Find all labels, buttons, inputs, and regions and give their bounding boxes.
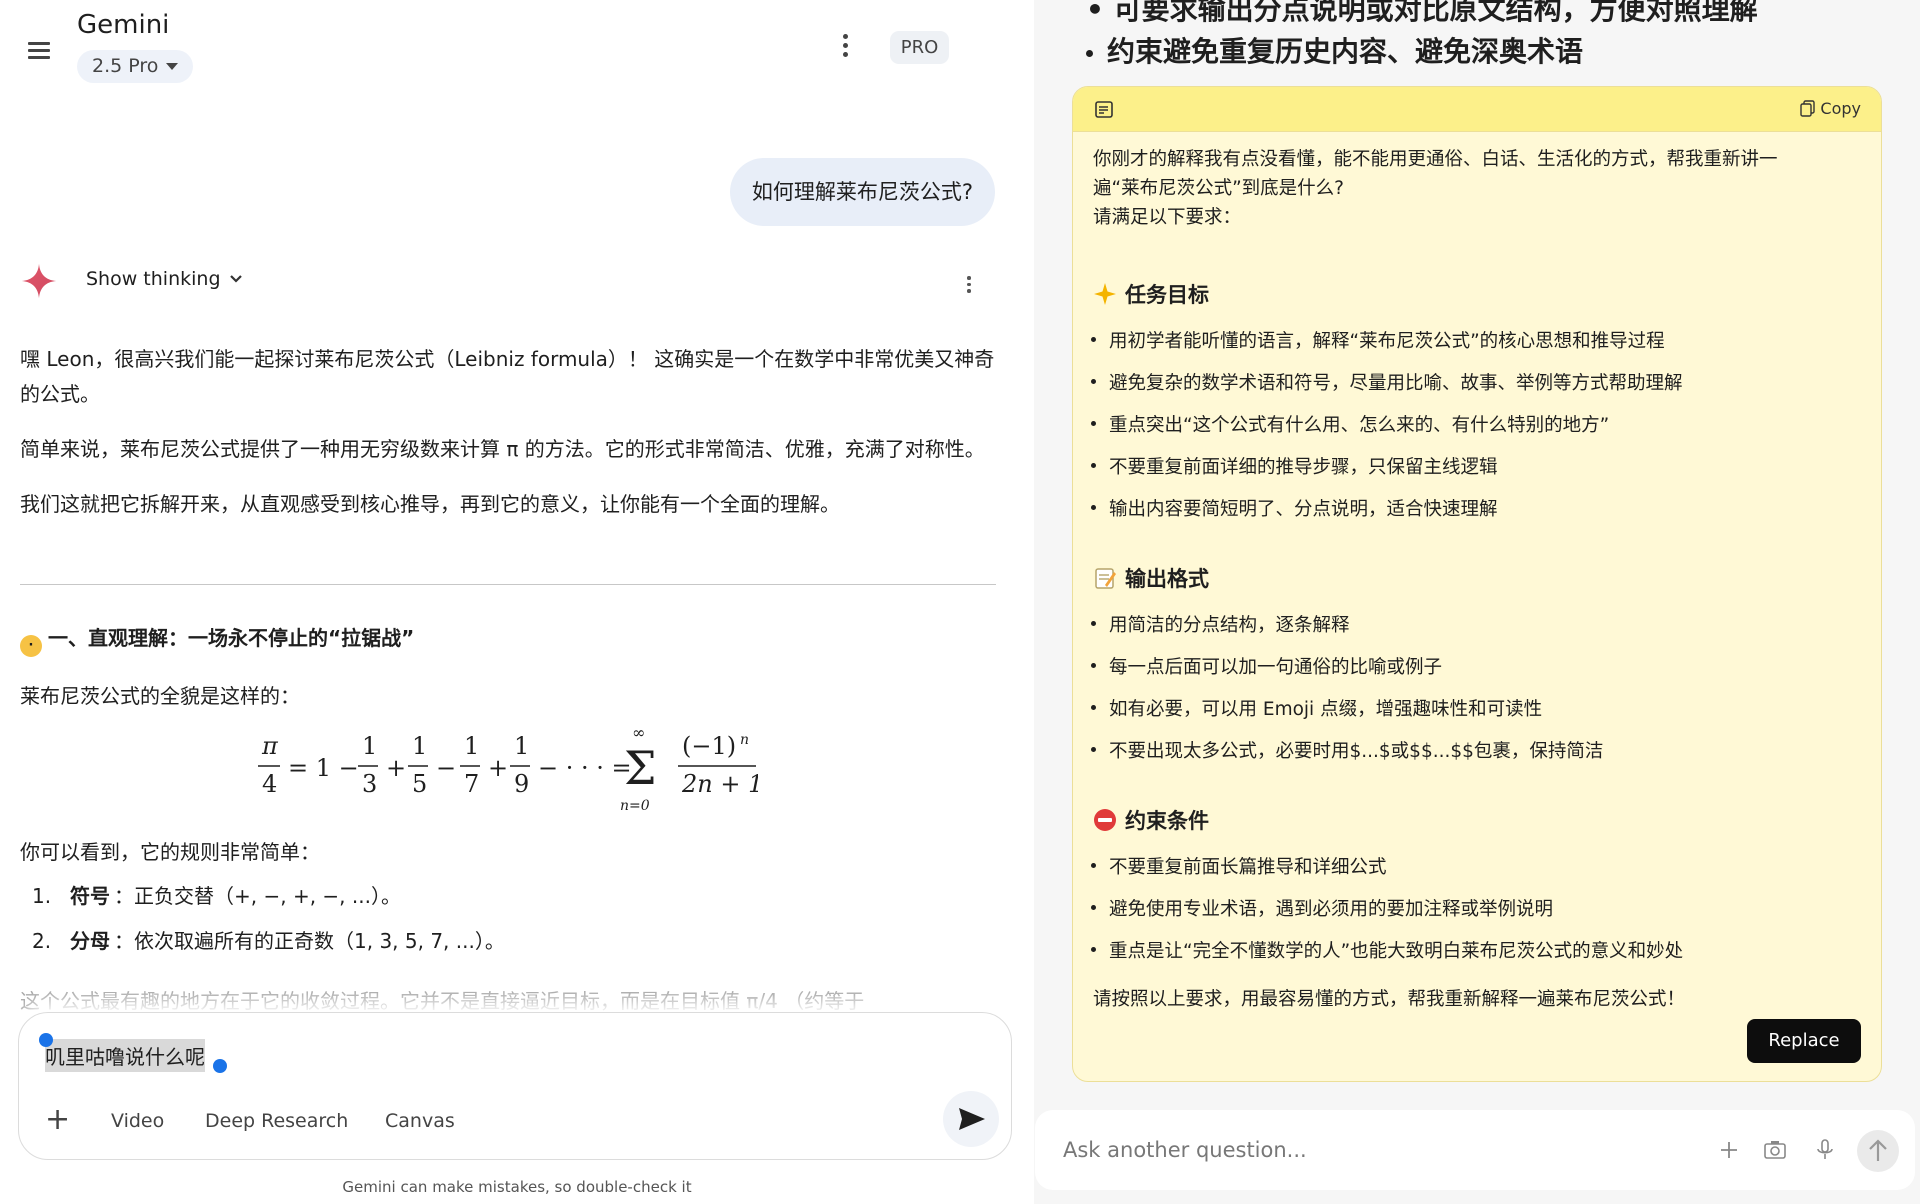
top-bullet: 约束避免重复历史内容、避免深奥术语 — [1086, 30, 1583, 70]
list-item: 不要重复前面长篇推导和详细公式 — [1091, 853, 1387, 879]
chat-pane: Gemini 2.5 Pro PRO 如何理解莱布尼茨公式? Show thin… — [0, 0, 1034, 1204]
menu-icon[interactable] — [28, 42, 50, 59]
svg-text:7: 7 — [464, 770, 479, 798]
send-button[interactable] — [943, 1091, 999, 1147]
camera-icon[interactable] — [1763, 1138, 1787, 1162]
list-item: 输出内容要简短明了、分点说明，适合快速理解 — [1091, 495, 1498, 521]
tool-deep-research-button[interactable]: Deep Research — [205, 1110, 348, 1132]
microphone-icon[interactable] — [1813, 1138, 1837, 1162]
assistant-answer: 嘿 Leon，很高兴我们能一起探讨莱布尼茨公式（Leibniz formula）… — [20, 342, 1000, 542]
answer-paragraph: 简单来说，莱布尼茨公式提供了一种用无穷级数来计算 π 的方法。它的形式非常简洁、… — [20, 437, 985, 461]
answer-paragraph: 我们这就把它拆解开来，从直观感受到核心推导，再到它的意义，让你能有一个全面的理解… — [20, 492, 840, 516]
list-item: 重点突出“这个公式有什么用、怎么来的、有什么特别的地方” — [1090, 411, 1609, 437]
tool-video-button[interactable]: Video — [111, 1110, 164, 1132]
top-bullet: • 可要求输出分点说明或对比原文结构，方便对照理解 — [1086, 0, 1758, 26]
disclaimer: Gemini can make mistakes, so double-chec… — [342, 1178, 692, 1196]
add-icon[interactable]: + — [45, 1105, 70, 1135]
list-item: 用简洁的分点结构，逐条解释 — [1091, 611, 1350, 637]
submit-button[interactable] — [1857, 1130, 1899, 1172]
tool-canvas-button[interactable]: Canvas — [385, 1110, 455, 1132]
rewritten-prompt-card: Copy 你刚才的解释我有点没看懂，能不能用更通俗、白话、生活化的方式，帮我重新… — [1072, 86, 1882, 1082]
selection-handle-start[interactable] — [39, 1033, 53, 1047]
svg-text:n: n — [740, 732, 749, 748]
svg-text:− · · · =: − · · · = — [538, 754, 632, 782]
list-item: 2. 分母 ：依次取遍所有的正奇数（1, 3, 5, 7, ...）。 — [32, 929, 505, 953]
svg-text:1: 1 — [362, 732, 377, 760]
list-item: 不要出现太多公式，必要时用$...$或$$...$$包裹，保持简洁 — [1090, 737, 1603, 763]
prompt-composer[interactable]: 叽里咕噜说什么呢 + Video Deep Research Canvas — [18, 1012, 1012, 1160]
section-title-format: 输出格式 — [1093, 563, 1209, 593]
section-title-goal: 任务目标 — [1093, 279, 1209, 309]
sparkle-icon — [1094, 283, 1116, 305]
user-message-bubble: 如何理解莱布尼茨公式? — [729, 158, 995, 226]
ask-input[interactable]: Ask another question... — [1063, 1138, 1307, 1162]
show-thinking-toggle[interactable]: Show thinking — [86, 268, 221, 290]
list-item: 重点是让“完全不懂数学的人”也能大致明白莱布尼茨公式的意义和妙处 — [1090, 937, 1683, 963]
gemini-spark-icon — [21, 263, 57, 299]
note-icon — [1095, 101, 1113, 118]
more-options-icon[interactable] — [838, 34, 852, 62]
list-item: 用初学者能听懂的语言，解释“莱布尼茨公式”的核心思想和推导过程 — [1091, 327, 1665, 353]
app-title: Gemini — [77, 10, 170, 40]
list-item: 每一点后面可以加一句通俗的比喻或例子 — [1090, 653, 1442, 679]
pro-badge[interactable]: PRO — [890, 31, 949, 64]
copy-button[interactable]: Copy — [1800, 99, 1861, 118]
send-icon — [959, 1108, 985, 1130]
svg-text:4: 4 — [262, 770, 277, 798]
section-divider — [20, 584, 996, 585]
model-selector[interactable]: 2.5 Pro — [77, 50, 194, 83]
selection-handle-end[interactable] — [213, 1059, 227, 1073]
formula-intro: 莱布尼茨公式的全貌是这样的： — [20, 684, 300, 708]
svg-text:9: 9 — [514, 770, 529, 798]
list-item: 避免使用专业术语，遇到必须用的要加注释或举例说明 — [1090, 895, 1553, 921]
svg-text:π: π — [261, 732, 279, 760]
copy-icon — [1800, 100, 1816, 117]
svg-text:−: − — [436, 754, 456, 782]
section-title-constraints: 约束条件 — [1093, 805, 1209, 835]
leibniz-formula: π 4 = 1 − 1 3 + 1 5 − 1 7 + 1 9 − · · · = ∞ Σ… — [258, 724, 758, 814]
chevron-down-icon[interactable] — [229, 272, 243, 286]
list-item: 不要重复前面详细的推导步骤，只保留主线逻辑 — [1091, 453, 1498, 479]
card-final-line: 请按照以上要求，用最容易懂的方式，帮我重新解释一遍莱布尼茨公式！ — [1093, 989, 1686, 1010]
svg-text:n=0: n=0 — [620, 798, 650, 814]
svg-text:(−1): (−1) — [682, 732, 736, 760]
answer-paragraph: 嘿 Leon，很高兴我们能一起探讨莱布尼茨公式（Leibniz formula）… — [20, 347, 995, 406]
svg-text:∞: ∞ — [632, 724, 645, 742]
card-intro: 你刚才的解释我有点没看懂，能不能用更通俗、白话、生活化的方式，帮我重新讲一 遍“… — [1093, 149, 1778, 228]
rules-list: 1. 符号 ：正负交替（+, −, +, −, ...）。 2. 分母 ：依次取遍所有的… — [32, 880, 505, 970]
svg-text:= 1 −: = 1 − — [288, 754, 359, 782]
section-heading: · 一、直观理解：一场永不停止的“拉锯战” — [20, 622, 414, 657]
svg-text:1: 1 — [464, 732, 479, 760]
ask-question-box[interactable]: Ask another question... — [1035, 1110, 1915, 1190]
memo-icon — [1095, 568, 1116, 589]
svg-text:Σ: Σ — [624, 741, 657, 795]
svg-text:2n + 1: 2n + 1 — [681, 770, 758, 798]
svg-text:1: 1 — [412, 732, 427, 760]
list-item: 1. 符号 ：正负交替（+, −, +, −, ...）。 — [32, 884, 401, 908]
svg-text:1: 1 — [514, 732, 529, 760]
thinking-face-icon: · — [20, 635, 42, 657]
svg-text:3: 3 — [362, 770, 377, 798]
plus-icon[interactable] — [1717, 1138, 1741, 1162]
svg-text:5: 5 — [412, 770, 427, 798]
list-item: 避免复杂的数学术语和符号，尽量用比喻、故事、举例等方式帮助理解 — [1091, 369, 1683, 395]
arrow-up-icon — [1869, 1139, 1887, 1161]
model-label: 2.5 Pro — [92, 55, 159, 77]
replace-button[interactable]: Replace — [1747, 1019, 1861, 1063]
response-options-icon[interactable] — [965, 276, 973, 296]
card-header: Copy — [1073, 87, 1881, 132]
faded-answer-text: 这个公式最有趣的地方在于它的收敛过程。它并不是直接逼近目标，而是在目标值 π/4… — [20, 989, 865, 1013]
rules-intro: 你可以看到，它的规则非常简单： — [20, 840, 320, 864]
caret-down-icon — [166, 63, 179, 70]
prompt-helper-pane: • 可要求输出分点说明或对比原文结构，方便对照理解 约束避免重复历史内容、避免深… — [1034, 0, 1920, 1204]
svg-text:+: + — [386, 754, 406, 782]
prompt-input[interactable]: 叽里咕噜说什么呢 — [45, 1039, 205, 1072]
svg-text:+: + — [488, 754, 508, 782]
no-entry-icon — [1094, 809, 1116, 831]
list-item: 如有必要，可以用 Emoji 点缀，增强趣味性和可读性 — [1090, 695, 1542, 721]
